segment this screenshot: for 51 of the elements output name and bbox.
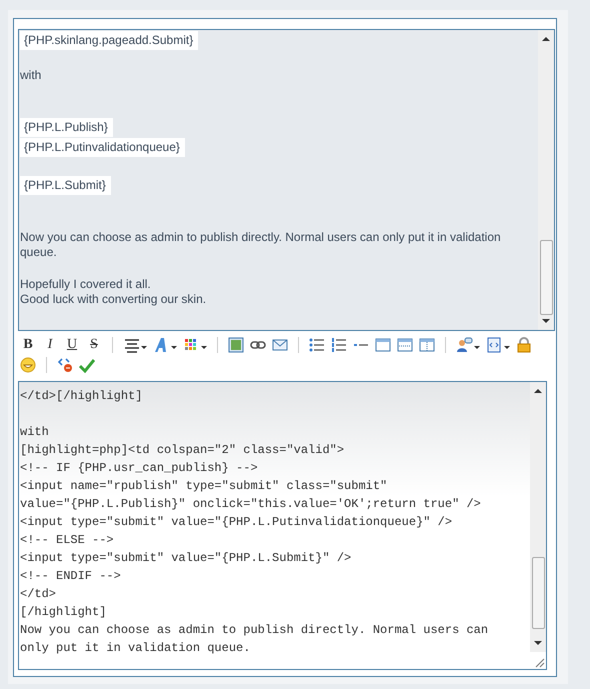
font-style-dropdown-icon[interactable] (153, 337, 177, 353)
submit-button-preview[interactable]: {PHP.L.Submit} (20, 176, 111, 195)
scroll-up-icon[interactable] (534, 388, 542, 393)
preview-text: Now you can choose as admin to publish directly. Normal users can only put it in validation queue. (20, 230, 502, 260)
code-line: with (20, 424, 50, 441)
submit-button-preview[interactable]: {PHP.L.Publish} (20, 118, 113, 137)
scrollbar-thumb[interactable] (540, 240, 552, 315)
scroll-up-icon[interactable] (542, 36, 550, 41)
format-button[interactable]: B (20, 337, 36, 353)
scroll-down-icon[interactable] (542, 319, 550, 324)
format-button[interactable]: S (86, 337, 102, 353)
email-icon[interactable] (272, 337, 288, 353)
color-grid-dropdown-icon[interactable] (183, 337, 207, 353)
code-line: <!-- ELSE --> (20, 532, 115, 549)
table-icon[interactable] (375, 337, 391, 353)
bullet-list-icon[interactable] (309, 337, 325, 353)
table-row-icon[interactable] (397, 337, 413, 353)
code-line: value="{PHP.L.Publish}" onclick="this.value='OK';return true" /> (20, 496, 482, 513)
scroll-down-icon[interactable] (534, 641, 542, 646)
preview-text: Good luck with converting our skin. (20, 292, 208, 307)
format-button[interactable]: I (42, 337, 58, 353)
code-line: <!-- IF {PHP.usr_can_publish} --> (20, 460, 259, 477)
code-line: <!-- ENDIF --> (20, 568, 122, 585)
code-line: [/highlight] (20, 604, 108, 621)
image-icon[interactable] (228, 337, 244, 353)
scrollbar[interactable] (538, 30, 554, 330)
code-line: </td> (20, 586, 58, 603)
numbered-list-icon[interactable] (331, 337, 347, 353)
code-textarea[interactable] (18, 381, 547, 670)
resize-grip-icon[interactable] (535, 658, 545, 668)
user-quote-dropdown-icon[interactable] (456, 337, 480, 353)
preview-text: with (20, 68, 42, 83)
align-dropdown-icon[interactable] (123, 337, 147, 353)
submit-button-preview[interactable]: {PHP.skinlang.pageadd.Submit} (20, 31, 198, 50)
preview-text: Hopefully I covered it all. (20, 277, 152, 292)
checkmark-icon[interactable] (79, 357, 95, 373)
code-line: <input name="rpublish" type="submit" class="submit" (20, 478, 388, 495)
remove-format-icon[interactable] (57, 357, 73, 373)
code-line: </td>[/highlight] (20, 388, 144, 405)
lock-icon[interactable] (516, 337, 532, 353)
code-line: Now you can choose as admin to publish directly. Normal users can only put it in validation queue. (20, 622, 490, 657)
scrollbar-thumb[interactable] (532, 557, 544, 629)
scrollbar[interactable] (530, 382, 546, 652)
code-dropdown-icon[interactable] (486, 337, 510, 353)
code-line: [highlight=php]<td colspan="2" class="valid"> (20, 442, 346, 459)
submit-button-preview[interactable]: {PHP.L.Putinvalidationqueue} (20, 138, 185, 157)
table-column-icon[interactable] (419, 337, 435, 353)
code-line: <input type="submit" value="{PHP.L.Putinvalidationqueue}" /> (20, 514, 454, 531)
code-line: <input type="submit" value="{PHP.L.Submit}" /> (20, 550, 352, 567)
smiley-icon[interactable] (20, 357, 36, 373)
format-button[interactable]: U (64, 337, 80, 353)
